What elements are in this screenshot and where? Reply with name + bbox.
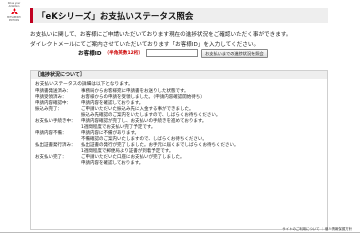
brand-logo: Drive your Ambition MITSUBISHI MOTORS <box>3 2 25 22</box>
status-list: 申請書発送済み： 事務局からお客様宛に申請書をお送りした状態です。 申請受領済み… <box>31 89 327 167</box>
status-item: 払出証書発行済み： 払出証書の発行が完了しました。お手元に届くまでしばらくお待ち… <box>35 143 327 155</box>
brand-name: MITSUBISHI MOTORS <box>7 16 21 22</box>
status-term: お支払い手続き中： <box>35 119 76 124</box>
status-description: ご申請いただいた口座にお支払いが完了しました。 申請内容を確認しております。 <box>81 155 185 166</box>
status-term: 払出証書発行済み： <box>35 143 76 148</box>
footer-divider <box>0 232 360 233</box>
footer-links: サイトのご利用について｜個人情報保護方針 <box>282 226 352 231</box>
status-item: お支払い完了： ご申請いただいた口座にお支払いが完了しました。 申請内容を確認し… <box>35 155 327 167</box>
status-description: ご申請いただいた振込み先に入金する事ができました。 振込み先確認のご案内をいたし… <box>81 107 221 118</box>
status-item: お支払い手続き中： 申請内容確認が完了し、お支払いの手続きを進めております。 1… <box>35 119 327 131</box>
page-title-bar: 「eKシリーズ」お支払いステータス照会 <box>30 8 328 23</box>
intro-line-1: お支払いに関して、お客様にご申請いただいております現在の進捗状況をご確認いただく… <box>30 32 292 38</box>
three-diamonds-logo-icon <box>10 8 18 14</box>
site-usage-link[interactable]: サイトのご利用について <box>282 227 319 231</box>
customer-id-form: お客様ID （半角英数12桁） お支払いまでの進捗状況を照会 <box>78 48 268 58</box>
status-explanation-box: ［進捗状況について］ お支払いステータスの詳細は以下となります。 申請書発送済み… <box>30 70 328 230</box>
status-term: 振込み完了： <box>35 107 62 112</box>
status-item: 振込み完了： ご申請いただいた振込み先に入金する事ができました。 振込み先確認の… <box>35 107 327 119</box>
inquiry-button[interactable]: お支払いまでの進捗状況を照会 <box>201 48 268 58</box>
privacy-policy-link[interactable]: 個人情報保護方針 <box>325 227 352 231</box>
intro-text: お支払いに関して、お客様にご申請いただいております現在の進捗状況をご確認いただく… <box>30 30 330 50</box>
status-box-header: ［進捗状況について］ <box>31 71 327 79</box>
status-description: 申請内容確認が完了し、お支払いの手続きを進めております。 1週間程度でお支払い完… <box>81 119 207 130</box>
status-item: 申請内容不備： 申請内容に不備があります。 不備確認のご案内いたしますので、しば… <box>35 131 327 143</box>
customer-id-label: お客様ID <box>78 51 102 57</box>
status-box-intro: お支払いステータスの詳細は以下となります。 <box>35 82 133 87</box>
customer-id-input[interactable] <box>146 49 199 57</box>
page-title: 「eKシリーズ」お支払いステータス照会 <box>37 11 194 22</box>
status-description: 払出証書の発行が完了しました。お手元に届くまでしばらくお待ちください。 1週間程… <box>81 143 239 154</box>
status-term: お支払い完了： <box>35 155 67 160</box>
customer-id-format-note: （半角英数12桁） <box>104 51 144 56</box>
status-description: 申請内容に不備があります。 不備確認のご案内いたしますので、しばらくお待ちくださ… <box>81 131 207 142</box>
brand-tagline: Drive your Ambition <box>7 2 21 8</box>
status-term: 申請内容不備： <box>35 131 67 136</box>
